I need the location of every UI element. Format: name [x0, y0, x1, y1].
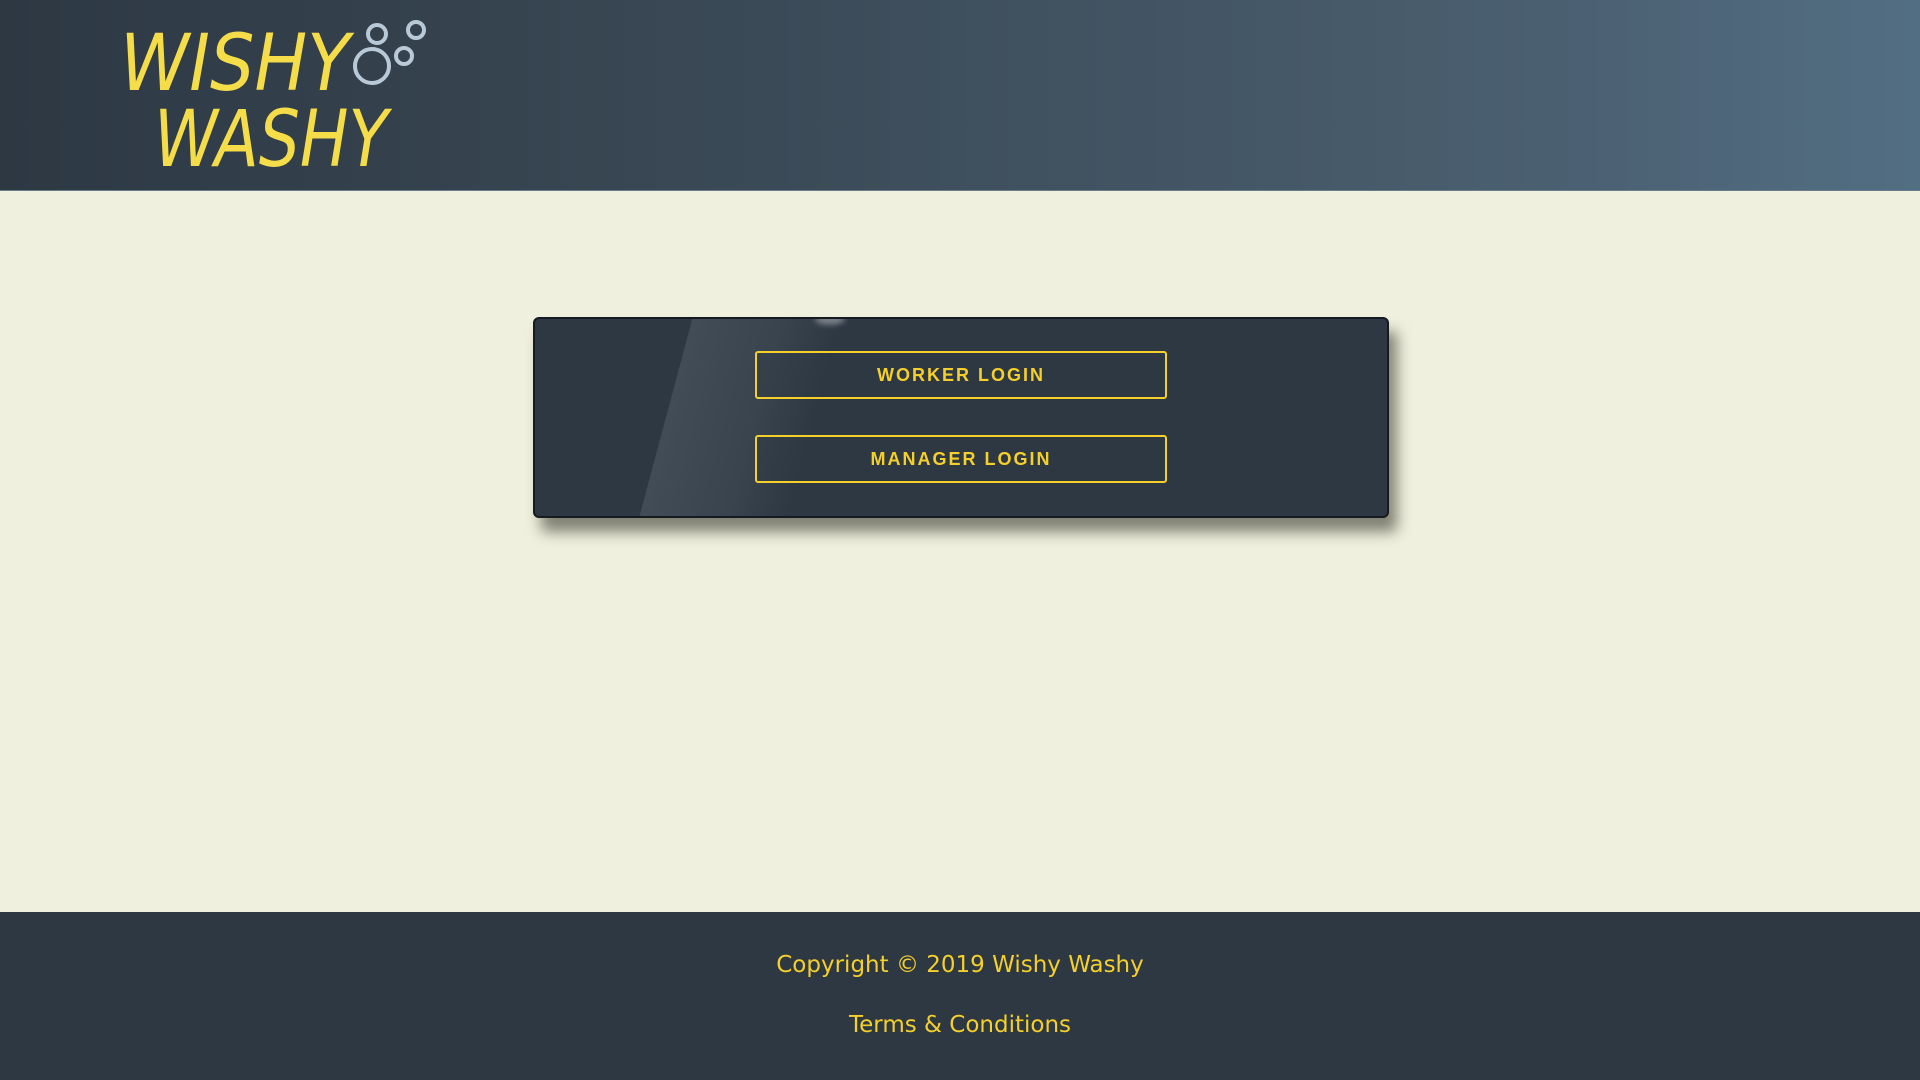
site-header: WISHY WASHY [0, 0, 1920, 191]
logo-graphic: WISHY WASHY [120, 19, 426, 174]
main-content [0, 191, 1920, 912]
terms-link-container: Terms & Conditions [0, 1012, 1920, 1038]
copyright-text: Copyright © 2019 Wishy Washy [776, 952, 1144, 978]
login-panel: WORKER LOGIN MANAGER LOGIN [533, 317, 1389, 518]
wishy-washy-logo[interactable]: WISHY WASHY [120, 14, 440, 174]
terms-and-conditions-link[interactable]: Terms & Conditions [849, 1012, 1071, 1038]
manager-login-button[interactable]: MANAGER LOGIN [755, 435, 1167, 483]
panel-shine [633, 319, 845, 516]
worker-login-button[interactable]: WORKER LOGIN [755, 351, 1167, 399]
logo-line-2: WASHY [154, 95, 392, 174]
bubbles-icon [353, 20, 426, 85]
site-footer: Copyright © 2019 Wishy Washy Terms & Con… [0, 912, 1920, 1080]
